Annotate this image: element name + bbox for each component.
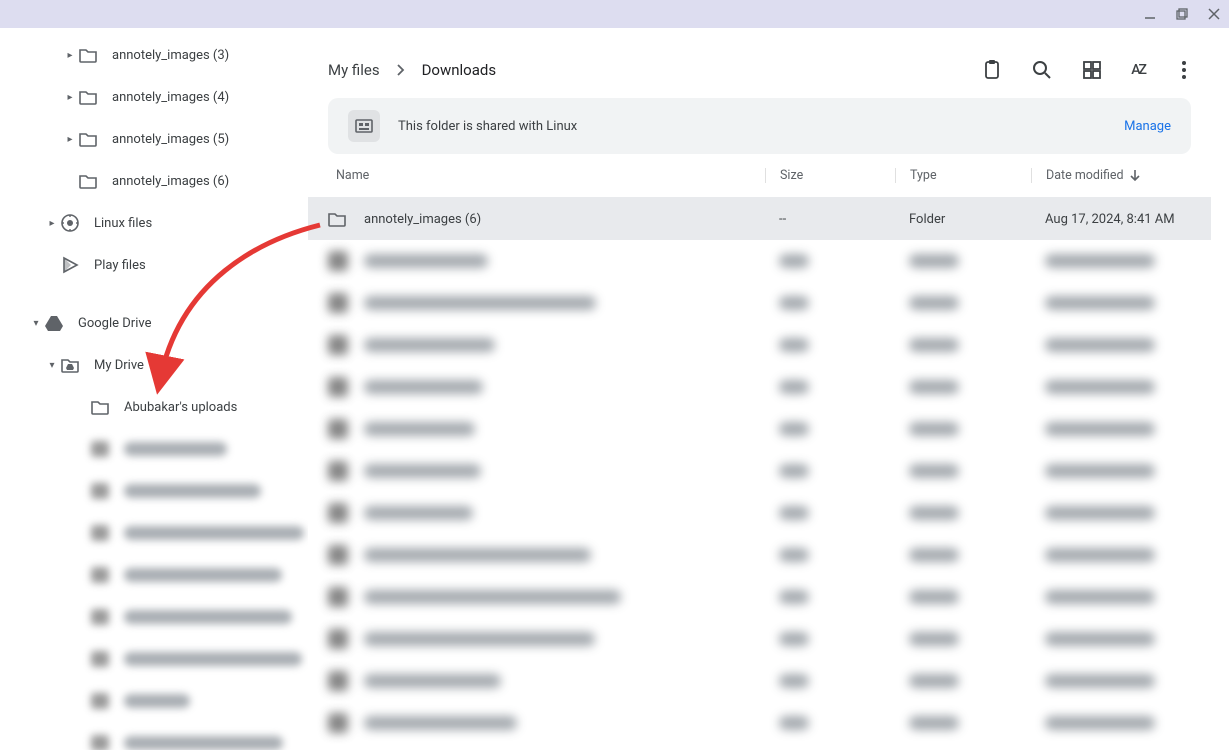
sidebar-item-blurred — [0, 554, 308, 596]
sort-button[interactable]: AZ — [1131, 59, 1145, 81]
column-size[interactable]: Size — [765, 168, 895, 183]
sort-label: AZ — [1131, 62, 1145, 78]
table-row-blurred — [308, 240, 1211, 282]
chevron-right-icon — [390, 64, 412, 76]
folder-icon — [78, 171, 98, 191]
column-date[interactable]: Date modified — [1031, 168, 1191, 183]
sidebar-item-play-files[interactable]: Play files — [0, 244, 308, 286]
table-row-blurred — [308, 660, 1211, 702]
folder-icon — [78, 87, 98, 107]
folder-icon — [78, 45, 98, 65]
grid-view-icon[interactable] — [1081, 59, 1103, 81]
sidebar-item-label: annotely_images (6) — [112, 174, 229, 189]
sidebar-item-blurred — [0, 638, 308, 680]
table-row-blurred — [308, 576, 1211, 618]
sidebar: ▸ annotely_images (3) ▸ annotely_images (4)… — [0, 28, 308, 750]
more-options-icon[interactable] — [1173, 59, 1195, 81]
play-icon — [60, 255, 80, 275]
folder-icon — [328, 211, 354, 227]
window-close-icon[interactable] — [1207, 7, 1221, 21]
search-icon[interactable] — [1031, 59, 1053, 81]
sidebar-item-annotely-images-4-[interactable]: ▸ annotely_images (4) — [0, 76, 308, 118]
expander-icon[interactable]: ▸ — [62, 92, 78, 103]
sidebar-item-label: Google Drive — [78, 316, 151, 331]
sidebar-item-label: annotely_images (3) — [112, 48, 229, 63]
column-type[interactable]: Type — [895, 168, 1031, 183]
file-date: Aug 17, 2024, 8:41 AM — [1031, 212, 1191, 227]
table-row[interactable]: annotely_images (6)--FolderAug 17, 2024,… — [308, 198, 1211, 240]
breadcrumb: My files Downloads — [324, 57, 500, 83]
table-row-blurred — [308, 282, 1211, 324]
drive-icon — [44, 313, 64, 333]
table-row-blurred — [308, 492, 1211, 534]
clipboard-icon[interactable] — [981, 59, 1003, 81]
breadcrumb-current: Downloads — [418, 57, 501, 83]
sidebar-item-blurred — [0, 722, 308, 750]
column-headers: Name Size Type Date modified — [308, 154, 1211, 198]
sidebar-item-blurred — [0, 596, 308, 638]
sidebar-item-blurred — [0, 428, 308, 470]
linux-share-banner: This folder is shared with Linux Manage — [328, 98, 1191, 154]
sidebar-item-label: Play files — [94, 258, 146, 273]
linux-icon — [60, 213, 80, 233]
sidebar-item-blurred — [0, 470, 308, 512]
table-row-blurred — [308, 366, 1211, 408]
folder-icon — [78, 129, 98, 149]
sidebar-item-abubakar-s-uploads[interactable]: Abubakar's uploads — [0, 386, 308, 428]
sidebar-item-label: annotely_images (5) — [112, 132, 229, 147]
file-name: annotely_images (6) — [354, 212, 765, 227]
expander-icon[interactable]: ▸ — [62, 134, 78, 145]
window-titlebar — [0, 0, 1229, 28]
toolbar: My files Downloads — [308, 42, 1211, 98]
sidebar-item-blurred — [0, 512, 308, 554]
sort-descending-icon — [1130, 170, 1140, 182]
sidebar-item-annotely-images-5-[interactable]: ▸ annotely_images (5) — [0, 118, 308, 160]
column-date-label: Date modified — [1046, 168, 1124, 183]
table-row-blurred — [308, 534, 1211, 576]
table-row-blurred — [308, 450, 1211, 492]
window-maximize-icon[interactable] — [1175, 7, 1189, 21]
mydrive-icon — [60, 355, 80, 375]
sidebar-item-linux-files[interactable]: ▸ Linux files — [0, 202, 308, 244]
expander-icon[interactable]: ▸ — [44, 218, 60, 229]
main-panel: My files Downloads — [308, 28, 1229, 750]
file-list: annotely_images (6)--FolderAug 17, 2024,… — [308, 198, 1211, 744]
sidebar-item-google-drive[interactable]: ▾ Google Drive — [0, 302, 308, 344]
sidebar-item-label: Linux files — [94, 216, 152, 231]
sidebar-item-annotely-images-3-[interactable]: ▸ annotely_images (3) — [0, 34, 308, 76]
expander-icon[interactable]: ▾ — [28, 318, 44, 329]
banner-text: This folder is shared with Linux — [398, 119, 577, 134]
window-minimize-icon[interactable] — [1143, 7, 1157, 21]
table-row-blurred — [308, 408, 1211, 450]
sidebar-item-label: annotely_images (4) — [112, 90, 229, 105]
sidebar-item-blurred — [0, 680, 308, 722]
expander-icon[interactable]: ▸ — [62, 50, 78, 61]
sidebar-item-my-drive[interactable]: ▾ My Drive — [0, 344, 308, 386]
sidebar-item-annotely-images-6-[interactable]: annotely_images (6) — [0, 160, 308, 202]
table-row-blurred — [308, 618, 1211, 660]
manage-link[interactable]: Manage — [1124, 119, 1171, 134]
expander-icon[interactable]: ▾ — [44, 360, 60, 371]
file-type: Folder — [895, 212, 1031, 227]
breadcrumb-root[interactable]: My files — [324, 57, 384, 83]
linux-share-icon — [348, 110, 380, 142]
file-size: -- — [765, 212, 895, 227]
table-row-blurred — [308, 702, 1211, 744]
sidebar-item-label: Abubakar's uploads — [124, 400, 237, 415]
table-row-blurred — [308, 324, 1211, 366]
sidebar-item-label: My Drive — [94, 358, 144, 373]
column-name[interactable]: Name — [328, 168, 765, 183]
folder-icon — [90, 397, 110, 417]
